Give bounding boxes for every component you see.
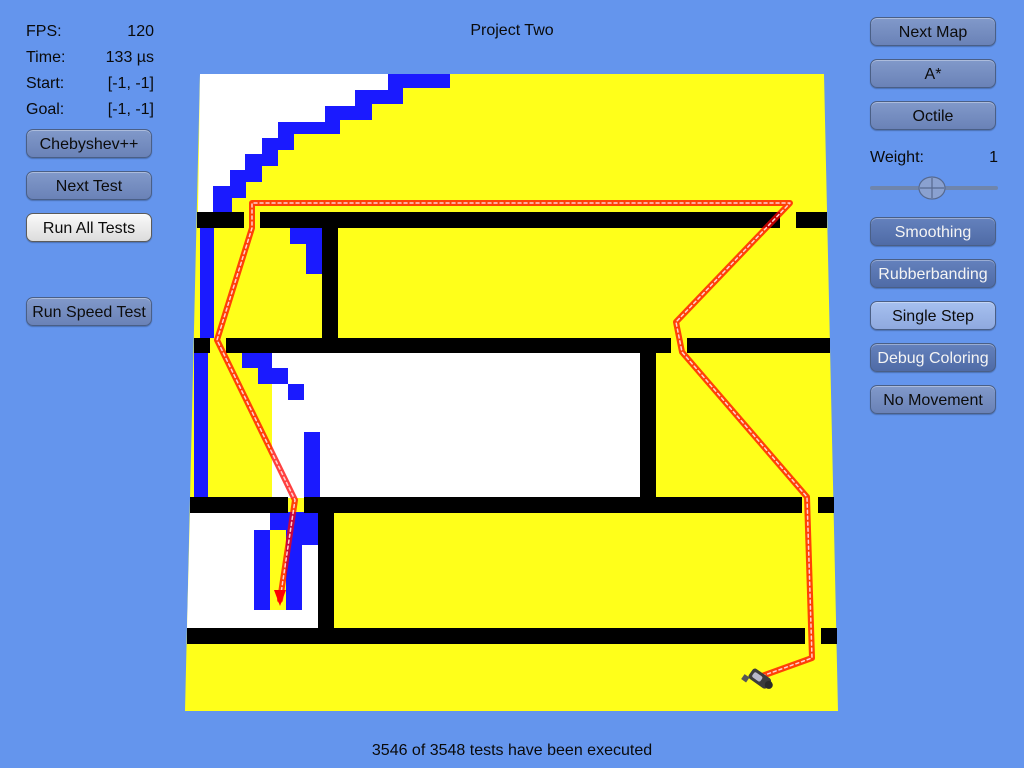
wall-row-2c <box>687 338 830 353</box>
wall-row-4b <box>821 628 837 644</box>
closed-bottom-col-d <box>302 530 318 545</box>
wall-row-4a <box>187 628 805 644</box>
wall-row-3c <box>818 497 834 513</box>
wall-row-2a <box>194 338 210 353</box>
wall-row-3a <box>190 497 288 513</box>
wall-row-1b <box>260 212 780 228</box>
wall-col-3 <box>318 513 334 628</box>
wall-col-2 <box>640 353 656 498</box>
test-status: 3546 of 3548 tests have been executed <box>371 742 653 759</box>
wall-row-3b <box>304 497 802 513</box>
closed-left-column-b <box>194 352 208 497</box>
pathfinding-map[interactable] <box>0 0 1024 768</box>
unexplored-room-center <box>272 353 640 498</box>
wall-col-1 <box>322 228 338 338</box>
closed-bottom-col-a <box>254 530 270 610</box>
wall-row-2b <box>226 338 671 353</box>
closed-left-column-a <box>200 228 214 338</box>
wall-row-1c <box>796 212 827 228</box>
wall-row-1a <box>197 212 244 228</box>
